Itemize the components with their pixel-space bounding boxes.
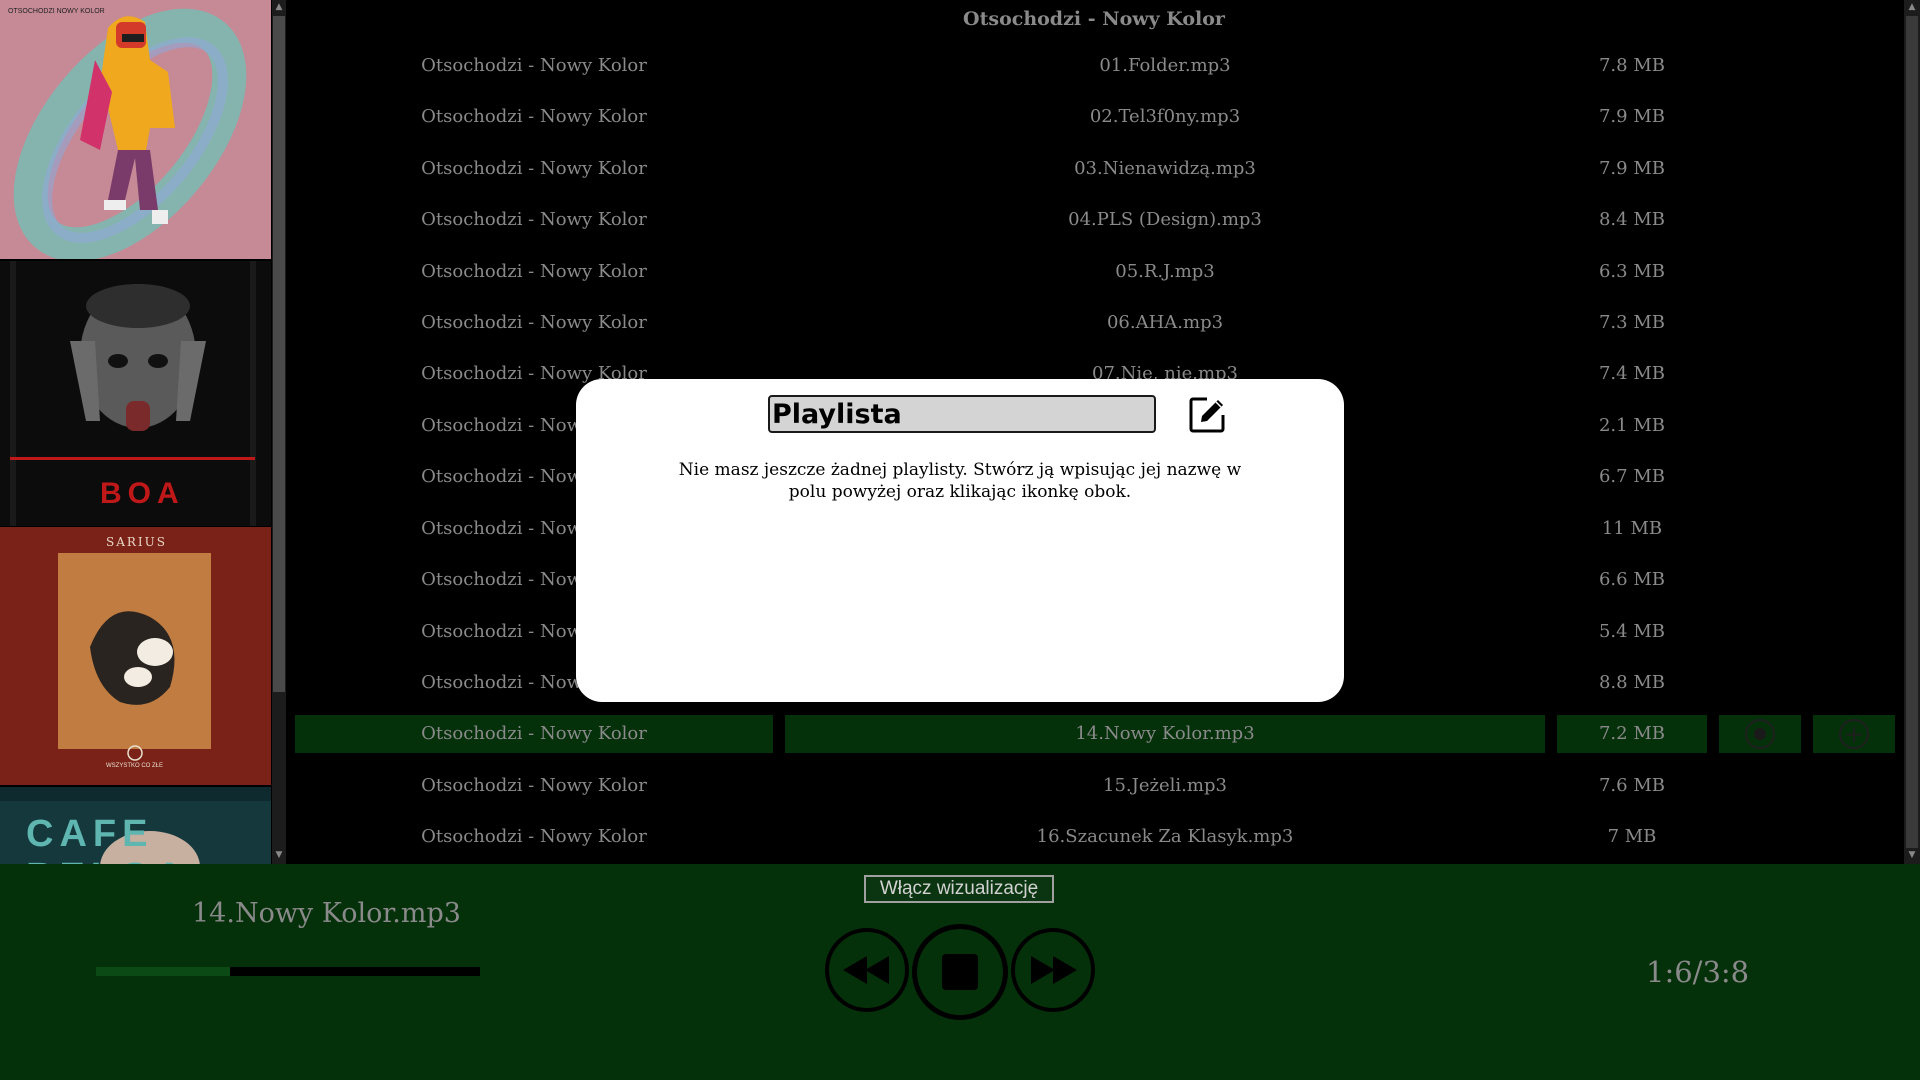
album-cover-sarius[interactable]: SARIUS WSZYSTKO CO ZŁE xyxy=(0,527,271,785)
previous-track-button[interactable] xyxy=(825,928,909,1012)
empty-playlist-message: Nie masz jeszcze żadnej playlisty. Stwór… xyxy=(678,460,1242,502)
track-row[interactable]: Otsochodzi - Nowy Kolor 06.AHA.mp3 7.3 M… xyxy=(295,304,1895,342)
scroll-down-arrow-icon[interactable]: ▼ xyxy=(272,850,286,860)
progress-bar[interactable] xyxy=(96,967,480,976)
track-filename: 02.Tel3f0ny.mp3 xyxy=(1089,106,1241,127)
album-cover-list: OTSOCHODZI NOWY KOLOR BOA SARIUS WSZYSTK… xyxy=(0,0,272,864)
track-row-active[interactable]: Otsochodzi - Nowy Kolor 14.Nowy Kolor.mp… xyxy=(295,715,1895,753)
track-row[interactable]: Otsochodzi - Nowy Kolor 01.Folder.mp3 7.… xyxy=(295,47,1895,85)
stop-button[interactable] xyxy=(912,924,1008,1020)
album-cover-art xyxy=(0,0,271,259)
rewind-icon xyxy=(843,956,889,984)
playlist-name-input[interactable] xyxy=(768,395,1156,433)
track-filename: 06.AHA.mp3 xyxy=(1106,312,1224,333)
track-size: 7.3 MB xyxy=(1598,312,1665,333)
track-size: 6.7 MB xyxy=(1598,466,1665,487)
player-bar: 14.Nowy Kolor.mp3 Włącz wizualizację 1:6… xyxy=(0,864,1920,1080)
track-album: Otsochodzi - Nowy Kolor xyxy=(421,158,647,179)
track-album: Otsochodzi - Nowy Kolor xyxy=(295,715,773,753)
track-album: Otsochodzi - Nowy Kolor xyxy=(421,55,647,76)
track-size: 7.4 MB xyxy=(1598,363,1665,384)
track-row[interactable]: Otsochodzi - Nowy Kolor 16.Szacunek Za K… xyxy=(295,818,1895,856)
now-playing-title: 14.Nowy Kolor.mp3 xyxy=(192,898,461,929)
album-cover-caption: WSZYSTKO CO ZŁE xyxy=(106,763,164,769)
next-track-button[interactable] xyxy=(1011,928,1095,1012)
track-album: Otsochodzi - Nowy Kolor xyxy=(421,261,647,282)
track-filename: 01.Folder.mp3 xyxy=(1099,55,1231,76)
track-filename: 16.Szacunek Za Klasyk.mp3 xyxy=(1036,826,1294,847)
album-cover-boa[interactable]: BOA xyxy=(0,261,271,526)
track-row[interactable]: Otsochodzi - Nowy Kolor 15.Jeżeli.mp3 7.… xyxy=(295,767,1895,805)
track-size: 6.6 MB xyxy=(1598,569,1665,590)
track-size: 5.4 MB xyxy=(1598,621,1665,642)
track-size: 2.1 MB xyxy=(1598,415,1665,436)
track-size: 11 MB xyxy=(1601,518,1663,539)
track-size: 8.4 MB xyxy=(1598,209,1665,230)
scroll-up-arrow-icon[interactable]: ▲ xyxy=(272,2,286,12)
track-size: 8.8 MB xyxy=(1598,672,1665,693)
track-album: Otsochodzi - Nowy Kolor xyxy=(421,312,647,333)
track-filename: 04.PLS (Design).mp3 xyxy=(1068,209,1262,230)
track-size: 7.9 MB xyxy=(1598,106,1665,127)
track-size: 7 MB xyxy=(1607,826,1657,847)
album-list-scrollbar[interactable]: ▲ ▼ xyxy=(272,0,286,864)
album-cover-art xyxy=(0,527,271,785)
scroll-down-arrow-icon[interactable]: ▼ xyxy=(1904,850,1920,860)
progress-fill xyxy=(96,967,231,976)
fast-forward-icon xyxy=(1031,956,1077,984)
track-row[interactable]: Otsochodzi - Nowy Kolor 05.R.J.mp3 6.3 M… xyxy=(295,253,1895,291)
album-cover-caption: OTSOCHODZI NOWY KOLOR xyxy=(8,8,105,15)
track-album: Otsochodzi - Nowy Kolor xyxy=(421,775,647,796)
track-list-scrollbar[interactable]: ▲ ▼ xyxy=(1904,0,1920,864)
track-size: 7.6 MB xyxy=(1598,775,1665,796)
album-cover-cafe-belga[interactable]: CAFE BELGA xyxy=(0,787,271,864)
track-album: Otsochodzi - Nowy Kolor xyxy=(421,826,647,847)
track-filename: 15.Jeżeli.mp3 xyxy=(1103,775,1227,796)
album-cover-caption: BOA xyxy=(100,477,185,510)
track-size: 7.2 MB xyxy=(1557,715,1707,753)
track-album: Otsochodzi - Nowy Kolor xyxy=(421,209,647,230)
album-cover-caption: CAFE BELGA xyxy=(26,813,183,864)
track-filename: 14.Nowy Kolor.mp3 xyxy=(785,715,1545,753)
track-action-add[interactable]: + xyxy=(1813,715,1895,753)
track-album: Otsochodzi - Nowy Kolor xyxy=(421,106,647,127)
playlist-modal: Nie masz jeszcze żadnej playlisty. Stwór… xyxy=(576,379,1344,702)
record-icon[interactable] xyxy=(1745,719,1775,749)
track-size: 7.9 MB xyxy=(1598,158,1665,179)
track-action-play[interactable] xyxy=(1719,715,1801,753)
track-size: 6.3 MB xyxy=(1598,261,1665,282)
scroll-up-arrow-icon[interactable]: ▲ xyxy=(1904,2,1920,12)
album-cover-otsochodzi[interactable]: OTSOCHODZI NOWY KOLOR xyxy=(0,0,271,259)
playback-time: 1:6/3:8 xyxy=(1646,955,1750,989)
add-to-playlist-icon[interactable]: + xyxy=(1839,719,1869,749)
album-cover-caption: SARIUS xyxy=(106,535,167,549)
scrollbar-thumb[interactable] xyxy=(273,16,285,692)
track-row[interactable]: Otsochodzi - Nowy Kolor 04.PLS (Design).… xyxy=(295,201,1895,239)
stop-icon xyxy=(942,954,978,990)
scrollbar-thumb[interactable] xyxy=(1906,16,1918,848)
album-header: Otsochodzi - Nowy Kolor xyxy=(963,8,1225,30)
track-size: 7.8 MB xyxy=(1598,55,1665,76)
edit-icon[interactable] xyxy=(1187,395,1227,435)
visualization-toggle-button[interactable]: Włącz wizualizację xyxy=(864,875,1054,903)
track-row[interactable]: Otsochodzi - Nowy Kolor 02.Tel3f0ny.mp3 … xyxy=(295,98,1895,136)
track-filename: 05.R.J.mp3 xyxy=(1115,261,1215,282)
track-row[interactable]: Otsochodzi - Nowy Kolor 03.Nienawidzą.mp… xyxy=(295,150,1895,188)
track-filename: 03.Nienawidzą.mp3 xyxy=(1074,158,1256,179)
